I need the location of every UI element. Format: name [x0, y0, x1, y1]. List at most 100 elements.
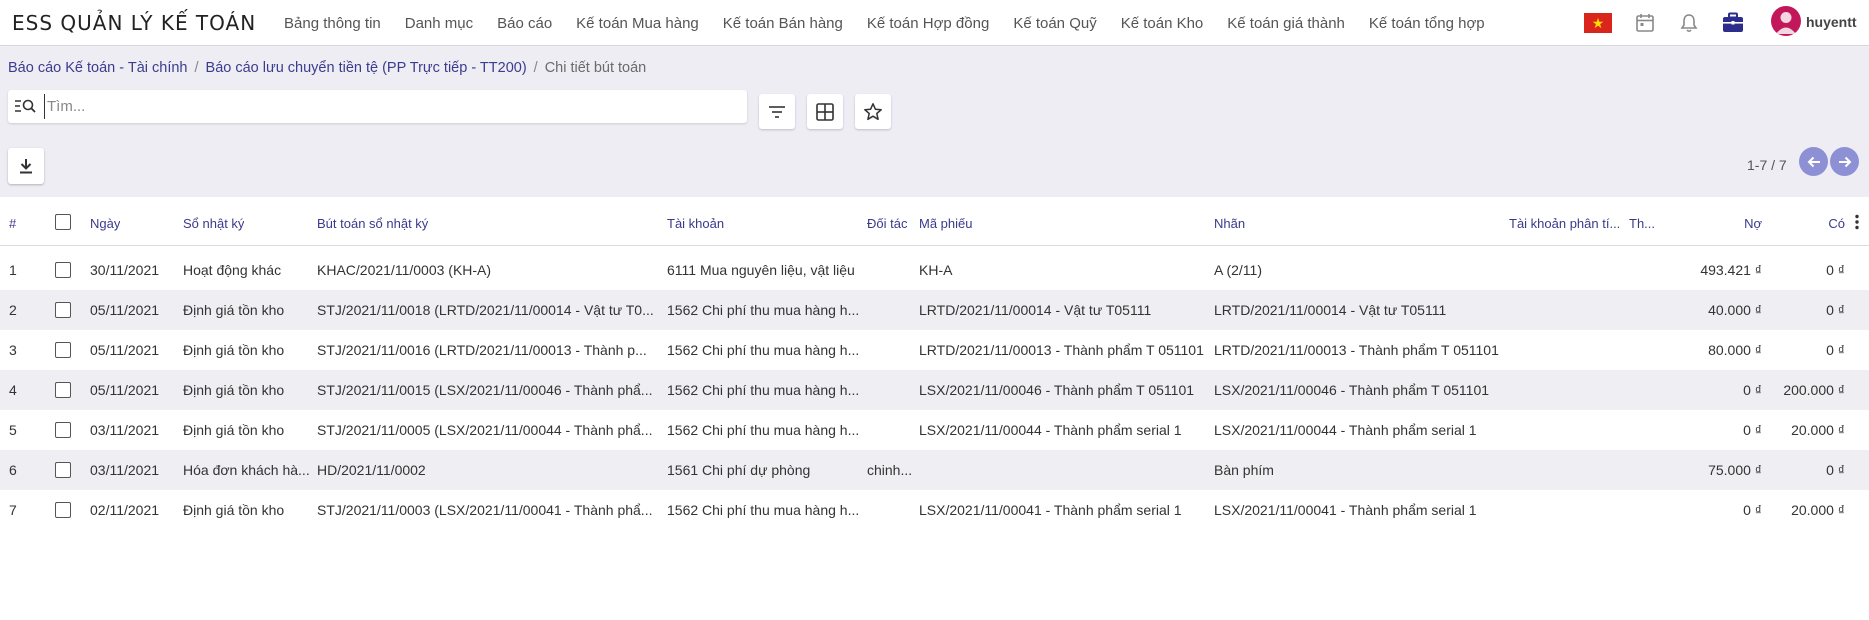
menu-item-sales-accounting[interactable]: Kế toán Bán hàng	[723, 15, 843, 32]
table-header: # Ngày Sổ nhật ký Bút toán sổ nhật ký Tà…	[0, 197, 1869, 246]
control-panel: Báo cáo Kế toán - Tài chính / Báo cáo lưu …	[0, 47, 1869, 197]
table-row[interactable]: 6 03/11/2021 Hóa đơn khách hà... HD/2021/11…	[0, 450, 1869, 490]
cell-journal-entry: STJ/2021/11/0003 (LSX/2021/11/00041 - Th…	[317, 502, 653, 518]
menu-item-general-accounting[interactable]: Kế toán tổng hợp	[1369, 15, 1485, 32]
breadcrumb-item-cash-flow-report[interactable]: Báo cáo lưu chuyển tiền tệ (PP Trực tiếp…	[206, 60, 527, 76]
cell-index: 1	[9, 262, 17, 278]
col-header-tax[interactable]: Th...	[1629, 216, 1655, 231]
menu-item-inventory-accounting[interactable]: Kế toán Kho	[1121, 15, 1204, 32]
col-header-analytic-account[interactable]: Tài khoản phân tí...	[1509, 216, 1619, 231]
bell-icon[interactable]	[1678, 12, 1700, 34]
user-avatar-icon[interactable]	[1771, 6, 1801, 36]
cell-reference: LSX/2021/11/00041 - Thành phẩm serial 1	[919, 502, 1182, 518]
cell-date: 03/11/2021	[90, 462, 160, 478]
top-navbar: ESS QUẢN LÝ KẾ TOÁN Bảng thông tin Danh …	[0, 0, 1869, 46]
favorites-button[interactable]	[855, 94, 891, 129]
menu-item-cash-accounting[interactable]: Kế toán Quỹ	[1013, 15, 1096, 32]
cell-debit: 40.000 ₫	[1708, 302, 1762, 318]
cell-index: 4	[9, 382, 17, 398]
cell-debit: 0 ₫	[1743, 422, 1762, 438]
col-header-journal[interactable]: Sổ nhật ký	[183, 216, 244, 231]
cell-journal: Định giá tồn kho	[183, 502, 285, 518]
cell-debit: 80.000 ₫	[1708, 342, 1762, 358]
breadcrumb-item-financial-reports[interactable]: Báo cáo Kế toán - Tài chính	[8, 60, 188, 76]
cell-debit: 0 ₫	[1743, 502, 1762, 518]
app-title[interactable]: ESS QUẢN LÝ KẾ TOÁN	[12, 11, 256, 35]
cell-partner: chinh...	[867, 462, 913, 478]
cell-index: 5	[9, 422, 17, 438]
col-header-debit[interactable]: Nợ	[1700, 216, 1762, 231]
menu-item-purchase-accounting[interactable]: Kế toán Mua hàng	[576, 15, 699, 32]
col-header-credit[interactable]: Có	[1780, 216, 1845, 231]
pager-value[interactable]: 1-7 / 7	[1747, 157, 1787, 173]
row-checkbox[interactable]	[55, 302, 71, 318]
col-header-account[interactable]: Tài khoản	[667, 216, 724, 231]
breadcrumb-current: Chi tiết bút toán	[544, 60, 647, 76]
table-row[interactable]: 5 03/11/2021 Định giá tồn kho STJ/2021/11/0…	[0, 410, 1869, 450]
cell-index: 6	[9, 462, 17, 478]
group-by-button[interactable]	[807, 94, 843, 129]
table-row[interactable]: 3 05/11/2021 Định giá tồn kho STJ/2021/11/0…	[0, 330, 1869, 370]
cell-label: A (2/11)	[1214, 262, 1262, 278]
select-all-checkbox[interactable]	[55, 214, 71, 230]
menu-item-dashboard[interactable]: Bảng thông tin	[284, 15, 381, 32]
cell-account: 1562 Chi phí thu mua hàng h...	[667, 382, 860, 398]
menu-item-cost-accounting[interactable]: Kế toán giá thành	[1227, 15, 1345, 32]
cell-date: 05/11/2021	[90, 342, 160, 358]
col-header-journal-entry[interactable]: Bút toán sổ nhật ký	[317, 216, 428, 231]
menu-item-reports[interactable]: Báo cáo	[497, 15, 552, 32]
table-row[interactable]: 4 05/11/2021 Định giá tồn kho STJ/2021/11/0…	[0, 370, 1869, 410]
pager-previous-button[interactable]	[1799, 147, 1828, 176]
row-checkbox[interactable]	[55, 342, 71, 358]
column-options-icon[interactable]	[1855, 214, 1859, 230]
download-icon	[20, 159, 32, 174]
cell-reference: LSX/2021/11/00046 - Thành phẩm T 051101	[919, 382, 1195, 398]
cell-account: 1561 Chi phí dự phòng	[667, 462, 811, 478]
menu-item-contract-accounting[interactable]: Kế toán Hợp đồng	[867, 15, 989, 32]
menu-item-catalog[interactable]: Danh mục	[405, 15, 473, 32]
filter-button[interactable]	[759, 94, 795, 129]
row-checkbox[interactable]	[55, 262, 71, 278]
search-input[interactable]	[44, 94, 734, 119]
cell-account: 6111 Mua nguyên liệu, vật liệu	[667, 262, 855, 278]
cell-journal: Hóa đơn khách hà...	[183, 462, 310, 478]
star-icon	[864, 102, 882, 120]
col-header-reference[interactable]: Mã phiếu	[919, 216, 972, 231]
table-row[interactable]: 1 30/11/2021 Hoạt động khác KHAC/2021/11/00…	[0, 250, 1869, 290]
cell-credit: 0 ₫	[1826, 462, 1845, 478]
table-row[interactable]: 7 02/11/2021 Định giá tồn kho STJ/2021/11/0…	[0, 490, 1869, 530]
cell-account: 1562 Chi phí thu mua hàng h...	[667, 502, 860, 518]
cell-journal: Hoạt động khác	[183, 262, 282, 278]
search-options-icon[interactable]	[14, 98, 38, 114]
col-header-partner[interactable]: Đối tác	[867, 216, 907, 231]
cell-date: 05/11/2021	[90, 382, 160, 398]
cell-label: LSX/2021/11/00044 - Thành phẩm serial 1	[1214, 422, 1477, 438]
cell-credit: 20.000 ₫	[1791, 422, 1845, 438]
row-checkbox[interactable]	[55, 502, 71, 518]
cell-journal: Định giá tồn kho	[183, 382, 285, 398]
pager-next-button[interactable]	[1830, 147, 1859, 176]
cell-reference: LRTD/2021/11/00014 - Vật tư T05111	[919, 302, 1152, 318]
cell-date: 05/11/2021	[90, 302, 160, 318]
journal-items-table: # Ngày Sổ nhật ký Bút toán sổ nhật ký Tà…	[0, 197, 1869, 530]
cell-reference: LSX/2021/11/00044 - Thành phẩm serial 1	[919, 422, 1182, 438]
row-checkbox[interactable]	[55, 382, 71, 398]
cell-date: 03/11/2021	[90, 422, 160, 438]
calendar-icon[interactable]	[1634, 12, 1656, 34]
cell-label: LRTD/2021/11/00013 - Thành phẩm T 051101	[1214, 342, 1499, 358]
cell-journal: Định giá tồn kho	[183, 422, 285, 438]
username[interactable]: huyentt	[1806, 14, 1857, 30]
row-checkbox[interactable]	[55, 462, 71, 478]
download-button[interactable]	[8, 148, 44, 184]
cell-journal: Định giá tồn kho	[183, 342, 285, 358]
table-row[interactable]: 2 05/11/2021 Định giá tồn kho STJ/2021/11/0…	[0, 290, 1869, 330]
briefcase-icon[interactable]	[1721, 11, 1745, 35]
col-header-label[interactable]: Nhãn	[1214, 216, 1245, 231]
cell-date: 02/11/2021	[90, 502, 160, 518]
col-header-date[interactable]: Ngày	[90, 216, 120, 231]
breadcrumb: Báo cáo Kế toán - Tài chính / Báo cáo lưu …	[8, 60, 646, 76]
row-checkbox[interactable]	[55, 422, 71, 438]
vietnam-flag-icon[interactable]: ★	[1584, 13, 1612, 33]
cell-label: LSX/2021/11/00046 - Thành phẩm T 051101	[1214, 382, 1490, 398]
cell-credit: 0 ₫	[1826, 302, 1845, 318]
